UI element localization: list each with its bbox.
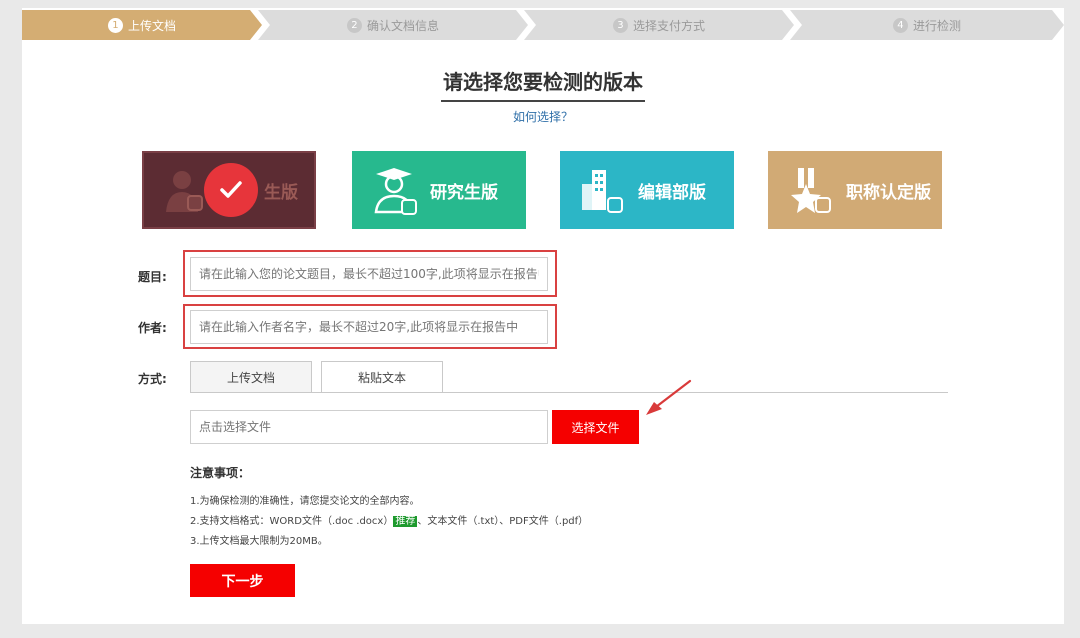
page-title: 请选择您要检测的版本 <box>22 66 1064 102</box>
version-label: 职称认定版 <box>846 182 931 203</box>
step-1: 1 上传文档 <box>22 10 262 40</box>
step-3: 3 选择支付方式 <box>524 10 794 40</box>
annotation-arrow-icon <box>646 379 692 415</box>
version-label: 编辑部版 <box>638 182 706 203</box>
progress-steps: 1 上传文档 2 确认文档信息 3 选择支付方式 4 进行检测 <box>22 10 1064 40</box>
tab-upload-document[interactable]: 上传文档 <box>190 361 312 393</box>
version-undergrad[interactable]: 生版 <box>142 151 316 229</box>
recommended-badge: 推荐 <box>393 516 418 527</box>
step-label: 选择支付方式 <box>632 18 705 33</box>
tab-divider <box>190 392 948 393</box>
title-label: 题目: <box>138 270 167 284</box>
version-label: 研究生版 <box>430 182 498 203</box>
page-frame: 1 上传文档 2 确认文档信息 3 选择支付方式 4 进行检测 请选择您要检测的… <box>22 8 1064 624</box>
medal-icon <box>782 162 838 218</box>
step-number: 4 <box>893 18 908 33</box>
step-number: 3 <box>613 18 628 33</box>
step-number: 2 <box>347 18 362 33</box>
notes-title: 注意事项： <box>190 466 251 480</box>
note-text: 、文本文件（.txt）、PDF文件（.pdf） <box>417 516 589 527</box>
version-graduate[interactable]: 研究生版 <box>352 151 526 229</box>
version-label: 生版 <box>264 182 298 203</box>
note-line-1: 1.为确保检测的准确性，请您提交论文的全部内容。 <box>190 496 420 507</box>
title-input[interactable] <box>190 257 548 291</box>
file-path-input[interactable] <box>190 410 548 444</box>
next-step-button[interactable]: 下一步 <box>190 564 295 597</box>
step-label: 上传文档 <box>127 18 176 33</box>
selected-check-icon <box>204 163 258 217</box>
step-label: 确认文档信息 <box>366 18 439 33</box>
step-2: 2 确认文档信息 <box>258 10 528 40</box>
note-line-2: 2.支持文档格式：WORD文件（.doc .docx） 推荐 、文本文件（.txt）… <box>190 512 588 527</box>
building-icon <box>574 162 630 218</box>
note-text: 2.支持文档格式：WORD文件（.doc .docx） <box>190 516 394 527</box>
choose-file-button[interactable]: 选择文件 <box>552 410 639 444</box>
version-professional[interactable]: 职称认定版 <box>768 151 942 229</box>
step-4: 4 进行检测 <box>790 10 1064 40</box>
how-to-choose-link[interactable]: 如何选择？ <box>22 108 1064 125</box>
note-line-3: 3.上传文档最大限制为20MB。 <box>190 536 328 547</box>
graduate-cap-icon <box>366 162 422 218</box>
tab-paste-text[interactable]: 粘贴文本 <box>321 361 443 393</box>
author-input[interactable] <box>190 310 548 344</box>
author-label: 作者: <box>138 321 167 335</box>
step-label: 进行检测 <box>912 18 961 33</box>
method-label: 方式: <box>138 372 167 386</box>
version-editorial[interactable]: 编辑部版 <box>560 151 734 229</box>
step-number: 1 <box>108 18 123 33</box>
